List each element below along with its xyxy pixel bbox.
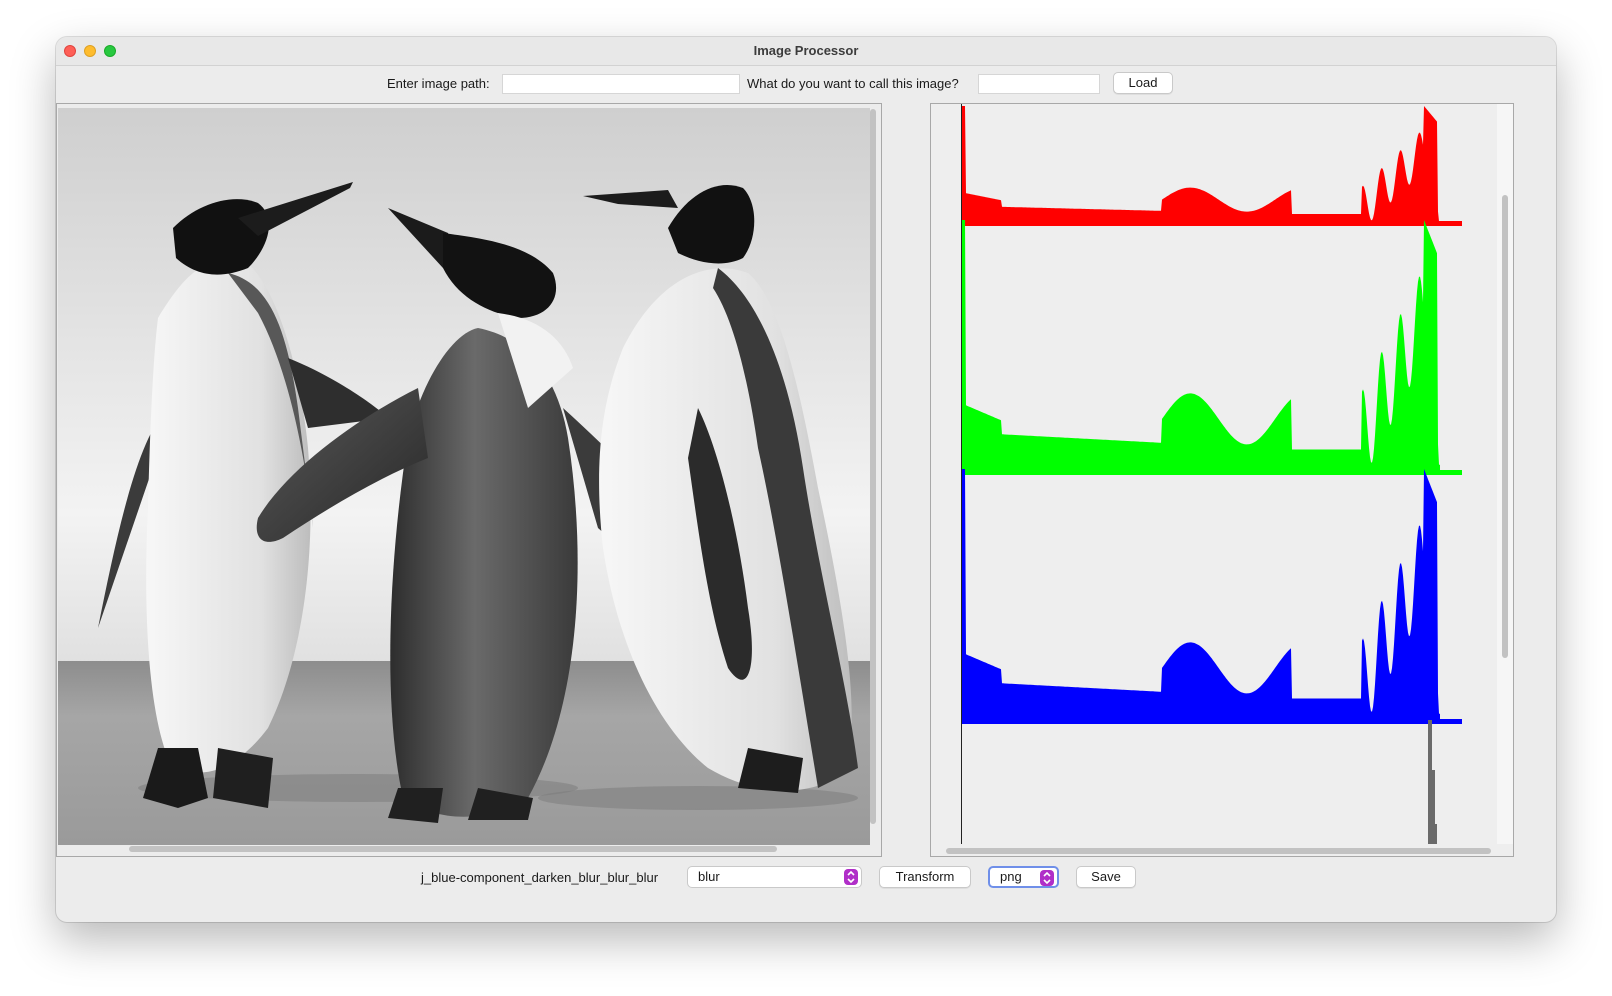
app-window: Image Processor Enter image path: What d…: [56, 37, 1556, 922]
image-name-input[interactable]: [978, 74, 1100, 94]
transform-button[interactable]: Transform: [879, 866, 971, 888]
updown-chevron-icon: [844, 869, 858, 885]
image-view-panel[interactable]: [56, 103, 882, 857]
title-bar: Image Processor: [56, 37, 1556, 66]
format-select-value: png: [1000, 869, 1022, 884]
histogram-horizontal-scrollbar[interactable]: [946, 848, 1491, 854]
updown-chevron-icon: [1040, 870, 1054, 886]
window-title: Image Processor: [753, 43, 859, 58]
image-horizontal-scrollbar[interactable]: [129, 846, 777, 852]
histogram-vertical-scrollbar[interactable]: [1502, 195, 1508, 658]
transform-select[interactable]: blur: [687, 866, 862, 888]
image-name-label: What do you want to call this image?: [747, 76, 959, 91]
save-button[interactable]: Save: [1076, 866, 1136, 888]
load-button[interactable]: Load: [1113, 72, 1173, 94]
image-vertical-scrollbar[interactable]: [870, 109, 876, 824]
image-path-label: Enter image path:: [387, 76, 490, 91]
image-path-input[interactable]: [502, 74, 740, 94]
penguin-photo: [58, 108, 870, 845]
format-select[interactable]: png: [988, 866, 1059, 888]
histogram-panel[interactable]: [930, 103, 1514, 857]
rgb-histogram-chart: [962, 106, 1462, 844]
current-image-name: j_blue-component_darken_blur_blur_blur: [421, 870, 659, 885]
transform-select-value: blur: [698, 869, 720, 884]
